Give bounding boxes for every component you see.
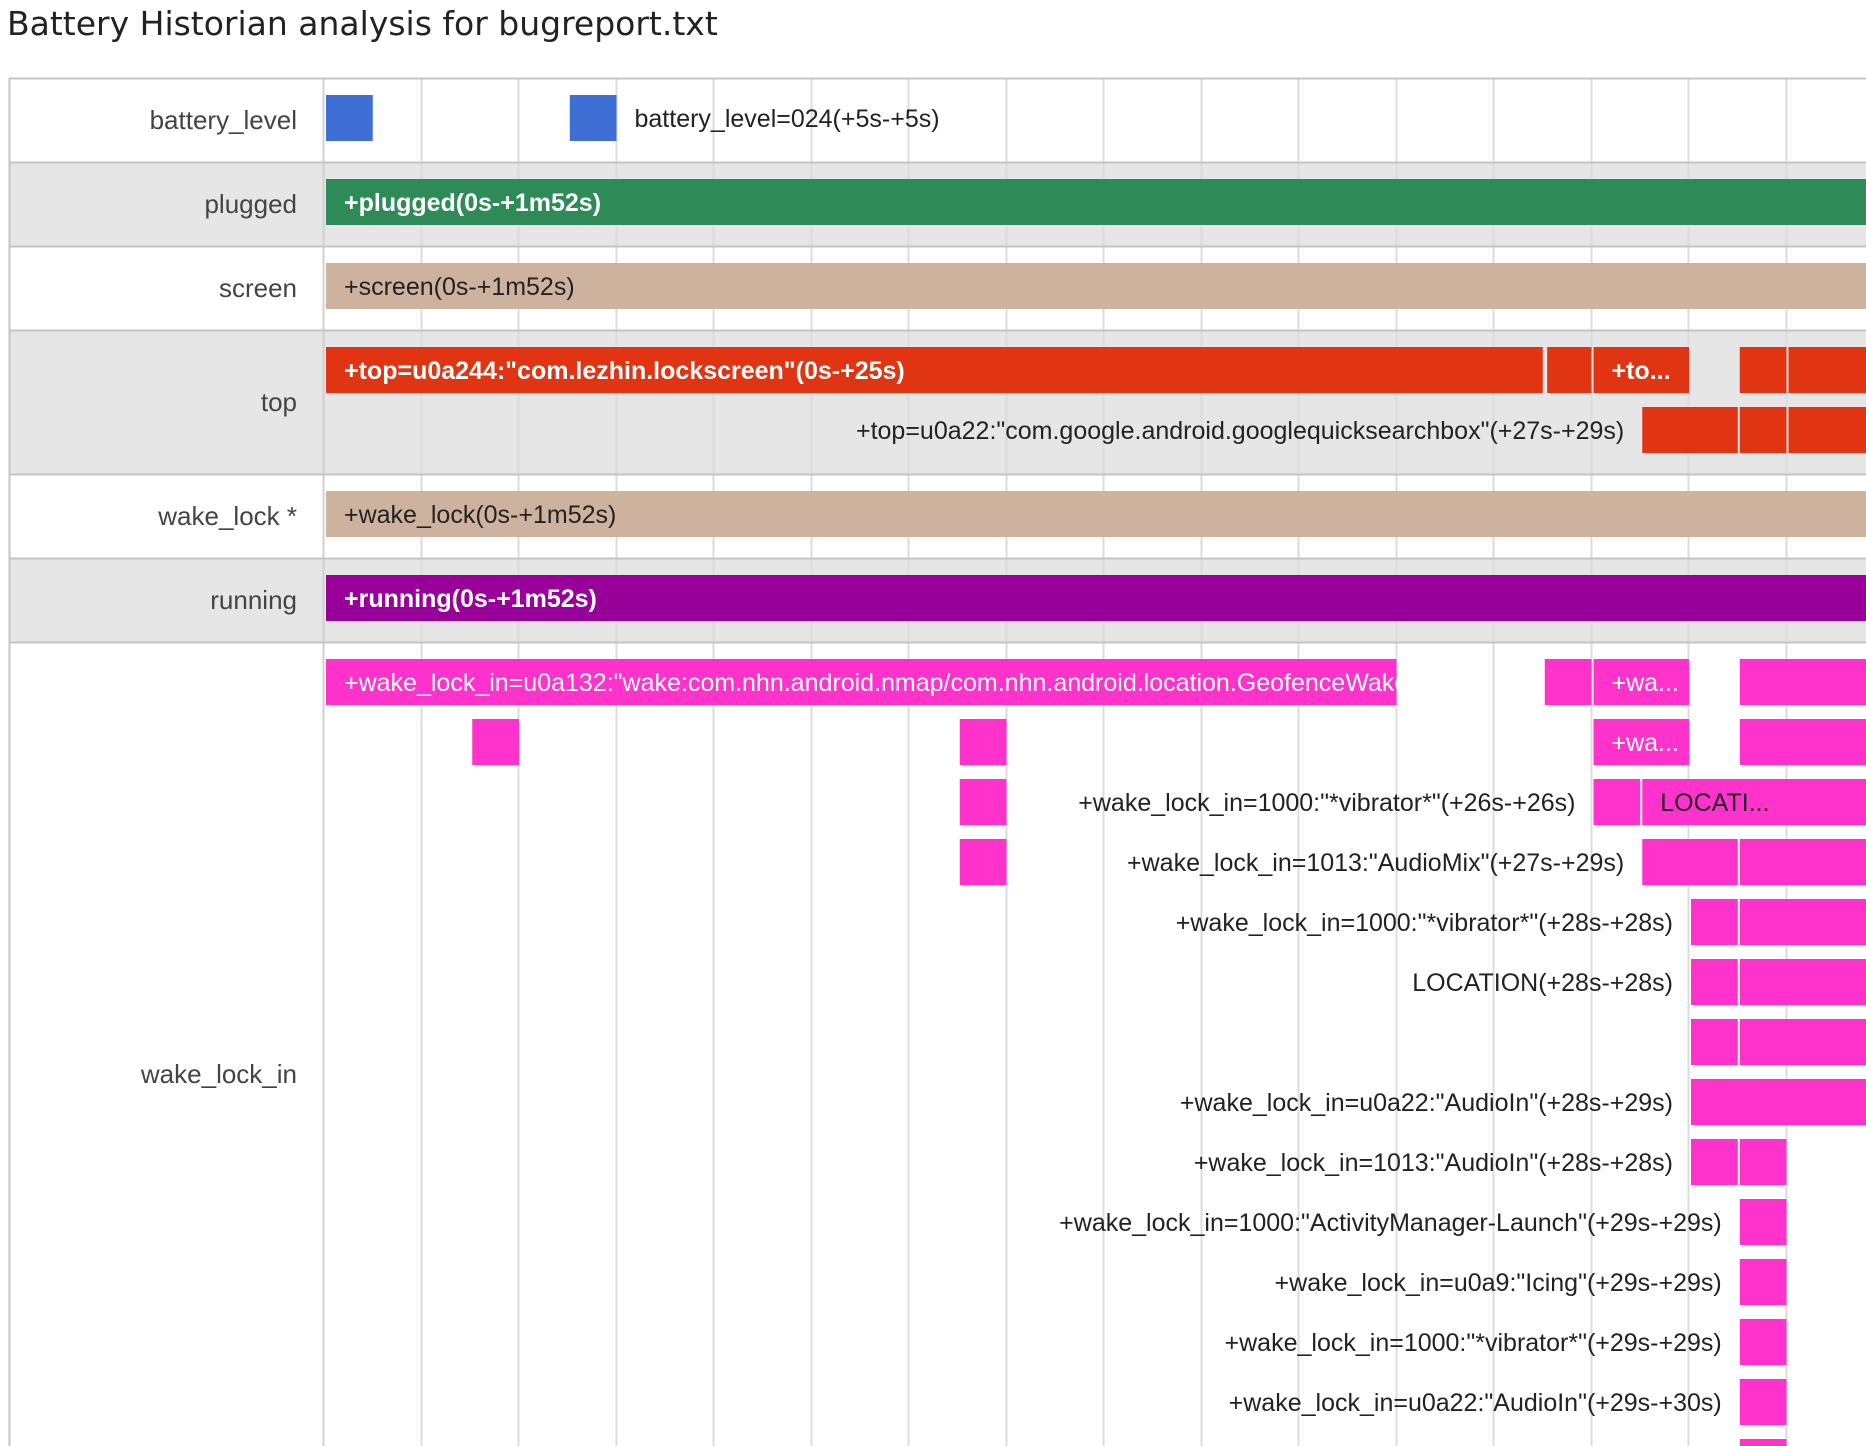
row-label-wake-lock: wake_lock * — [157, 501, 297, 531]
bar-wake-lock-in-13-0[interactable] — [1739, 1439, 1787, 1446]
bar-top-1-2[interactable] — [1788, 407, 1866, 453]
bar-wake-lock-in-2-0[interactable] — [959, 779, 1007, 825]
side-label-wake-lock-in: +wake_lock_in=1000:"*vibrator*"(+26s-+26… — [1078, 789, 1575, 817]
side-label-wake-lock-in: +wake_lock_in=1000:"*vibrator*"(+28s-+28… — [1176, 909, 1673, 937]
side-label-wake-lock-in: +wake_lock_in=u0a22:"AudioIn"(+29s-+30s) — [1229, 1389, 1722, 1417]
bar-wake-lock-in-4-1[interactable] — [1739, 899, 1866, 945]
bar-label-top: +to... — [1612, 357, 1671, 385]
bar-wake-lock-in-1-0[interactable] — [472, 719, 519, 765]
bar-wake-lock-in-10-0[interactable] — [1739, 1259, 1787, 1305]
bar-wake-lock-in-3-2[interactable] — [1739, 839, 1866, 885]
bar-label-screen: +screen(0s-+1m52s) — [344, 273, 575, 301]
side-label-wake-lock-in: +wake_lock_in=1000:"ActivityManager-Laun… — [1059, 1209, 1722, 1237]
row-background-wake-lock-in — [9, 642, 1866, 1446]
bar-label-top: +top=u0a244:"com.lezhin.lockscreen"(0s-+… — [344, 357, 905, 385]
side-label-top: +top=u0a22:"com.google.android.googlequi… — [856, 417, 1624, 445]
bar-label-wake-lock: +wake_lock(0s-+1m52s) — [344, 501, 616, 529]
side-label-wake-lock-in: +wake_lock_in=1013:"AudioIn"(+28s-+28s) — [1194, 1149, 1673, 1177]
bar-wake-lock-in-1-1[interactable] — [959, 719, 1007, 765]
side-label-wake-lock-in: +wake_lock_in=u0a22:"AudioIn"(+28s-+29s) — [1180, 1089, 1673, 1117]
bar-wake-lock-in-8-0[interactable] — [1691, 1139, 1738, 1185]
bar-wake-lock-in-7-0[interactable] — [1691, 1079, 1866, 1125]
bar-label-wake-lock-in: +wa... — [1612, 669, 1679, 697]
timeline-chart: battery_levelplugged screen top wake_lock *… — [8, 77, 1866, 1446]
row-label-battery-level: battery_level — [150, 105, 297, 135]
bar-wake-lock-in-12-0[interactable] — [1739, 1379, 1787, 1425]
row-label-plugged: plugged — [204, 189, 297, 219]
bar-wake-lock-in-5-1[interactable] — [1739, 959, 1866, 1005]
bar-wake-lock-in-4-0[interactable] — [1691, 899, 1738, 945]
bar-wake-lock-in-5-0[interactable] — [1691, 959, 1738, 1005]
bar-top-1-1[interactable] — [1739, 407, 1787, 453]
bar-label-wake-lock-in: +wa... — [1612, 729, 1679, 757]
side-label-wake-lock-in: +wake_lock_in=1013:"AudioMix"(+27s-+29s) — [1127, 849, 1624, 877]
side-label-wake-lock-in: LOCATION(+28s-+28s) — [1412, 969, 1673, 997]
row-label-top: top — [261, 387, 297, 417]
bar-label-wake-lock-in: LOCATI... — [1660, 789, 1769, 817]
bar-wake-lock-in-11-0[interactable] — [1739, 1319, 1787, 1365]
side-label-wake-lock-in: +wake_lock_in=u0a9:"Icing"(+29s-+29s) — [1275, 1269, 1722, 1297]
bar-top-1-0[interactable] — [1642, 407, 1738, 453]
bar-battery-level-0-1[interactable] — [569, 95, 617, 141]
bar-wake-lock-in-0-3[interactable] — [1739, 659, 1866, 705]
side-label-battery-level: battery_level=024(+5s-+5s) — [635, 105, 940, 133]
bar-wake-lock-in-8-1[interactable] — [1739, 1139, 1787, 1185]
bar-wake-lock-in-3-1[interactable] — [1642, 839, 1738, 885]
bar-wake-lock-in-1-3[interactable] — [1739, 719, 1866, 765]
row-label-screen: screen — [219, 273, 297, 303]
bar-wake-lock-in-6-0[interactable] — [1691, 1019, 1738, 1065]
bar-top-0-3[interactable] — [1739, 347, 1787, 393]
bar-wake-lock-in-0-1[interactable] — [1544, 659, 1592, 705]
bar-top-0-4[interactable] — [1788, 347, 1866, 393]
bar-wake-lock-in-6-1[interactable] — [1739, 1019, 1866, 1065]
bar-label-plugged: +plugged(0s-+1m52s) — [344, 189, 601, 217]
bar-label-wake-lock-in: +wake_lock_in=u0a132:"wake:com.nhn.andro… — [344, 669, 1457, 697]
bar-battery-level-0-0[interactable] — [326, 95, 373, 141]
bar-label-running: +running(0s-+1m52s) — [344, 585, 597, 613]
bar-wake-lock-in-3-0[interactable] — [959, 839, 1007, 885]
row-label-wake-lock-in: wake_lock_in — [140, 1059, 297, 1089]
side-label-wake-lock-in: +wake_lock_in=1000:"*vibrator*"(+29s-+29… — [1225, 1329, 1722, 1357]
bar-wake-lock-in-2-1[interactable] — [1593, 779, 1641, 825]
bar-wake-lock-in-9-0[interactable] — [1739, 1199, 1787, 1245]
row-label-running: running — [210, 585, 297, 615]
bar-top-0-1[interactable] — [1547, 347, 1592, 393]
